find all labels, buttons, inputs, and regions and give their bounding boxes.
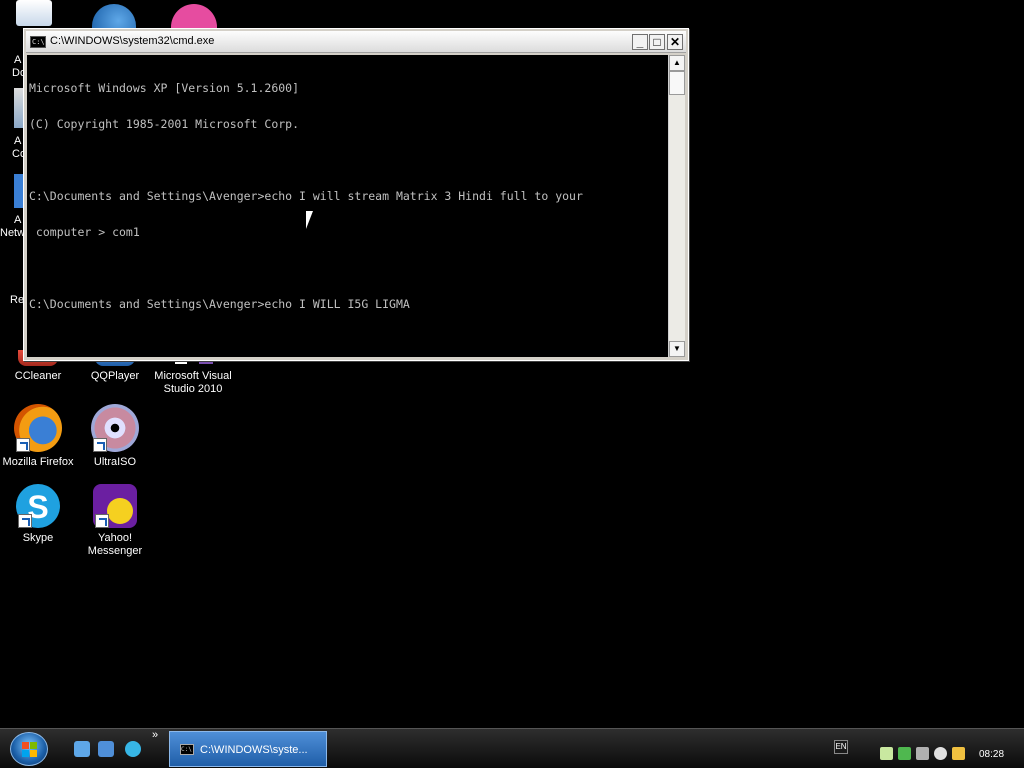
quicklaunch-browser-icon[interactable] <box>125 741 141 757</box>
cmd-icon[interactable]: C:\ <box>30 36 46 48</box>
cmd-window[interactable]: C:\ C:\WINDOWS\system32\cmd.exe _ □ ✕ Mi… <box>23 28 689 361</box>
desktop-icon-label: CCleaner <box>14 370 62 382</box>
scroll-up-arrow-icon[interactable]: ▲ <box>669 55 685 71</box>
minimize-button[interactable]: _ <box>632 34 648 50</box>
taskbar: » C:\ C:\WINDOWS\syste... EN 08:28 <box>0 728 1024 768</box>
maximize-button[interactable]: □ <box>649 34 665 50</box>
smiley-face-icon <box>107 498 133 524</box>
scrollbar-thumb[interactable] <box>669 71 685 95</box>
desktop-icon-yahoo-messenger[interactable]: Yahoo! Messenger <box>75 484 155 558</box>
cmd-icon: C:\ <box>180 744 194 755</box>
desktop-icon-label: UltraISO <box>93 456 137 468</box>
partial-label: A <box>14 214 22 226</box>
desktop-icon-firefox[interactable]: Mozilla Firefox <box>0 404 78 469</box>
yahoo-messenger-icon <box>93 484 137 528</box>
quicklaunch-chevron-icon[interactable]: » <box>152 729 158 741</box>
desktop-icon-label: Microsoft Visual Studio 2010 <box>154 370 232 395</box>
skype-icon: S <box>16 484 60 528</box>
start-button[interactable] <box>10 732 48 766</box>
console-line: Microsoft Windows XP [Version 5.1.2600] <box>29 81 300 95</box>
desktop-icon-skype[interactable]: S Skype <box>0 484 78 545</box>
quicklaunch-explorer-icon[interactable] <box>74 741 90 757</box>
ultraiso-disc-icon <box>91 404 139 452</box>
shortcut-arrow-icon <box>18 514 32 528</box>
scroll-down-arrow-icon[interactable]: ▼ <box>669 341 685 357</box>
tray-disc-icon[interactable] <box>934 747 947 760</box>
document-icon <box>16 0 52 26</box>
desktop-icon-label: Mozilla Firefox <box>2 456 74 468</box>
console-line: C:\Documents and Settings\Avenger>echo I… <box>29 297 410 311</box>
tray-wand-icon[interactable] <box>952 747 965 760</box>
window-titlebar[interactable]: C:\ C:\WINDOWS\system32\cmd.exe _ □ ✕ <box>26 31 686 53</box>
console-line: computer > com1 <box>29 225 140 239</box>
close-button[interactable]: ✕ <box>667 34 683 50</box>
windows-logo-icon <box>22 742 38 758</box>
tray-notes-icon[interactable] <box>880 747 893 760</box>
desktop-icon-label: Yahoo! Messenger <box>87 532 143 557</box>
partial-label: A <box>14 135 22 147</box>
partial-label: A <box>14 54 22 66</box>
language-indicator[interactable]: EN <box>834 740 848 754</box>
console-output[interactable]: Microsoft Windows XP [Version 5.1.2600] … <box>27 55 668 357</box>
tray-settings-icon[interactable] <box>916 747 929 760</box>
desktop-icon-ultraiso[interactable]: UltraISO <box>75 404 155 469</box>
vertical-scrollbar[interactable]: ▲ ▼ <box>668 55 685 357</box>
shortcut-arrow-icon <box>16 438 30 452</box>
desktop-icon-top-1[interactable] <box>0 0 78 26</box>
console-line: C:\Documents and Settings\Avenger>echo I… <box>29 189 583 203</box>
quicklaunch-app-icon[interactable] <box>98 741 114 757</box>
shortcut-arrow-icon <box>93 438 107 452</box>
desktop-icon-label: QQPlayer <box>90 370 140 382</box>
mouse-cursor-icon <box>306 211 320 229</box>
firefox-icon <box>14 404 62 452</box>
taskbar-button-cmd[interactable]: C:\ C:\WINDOWS\syste... <box>169 731 327 767</box>
partial-label: Re <box>10 294 25 306</box>
taskbar-button-label: C:\WINDOWS\syste... <box>200 744 308 756</box>
tray-sync-icon[interactable] <box>898 747 911 760</box>
desktop-icon-label: Skype <box>22 532 54 544</box>
console-line: (C) Copyright 1985-2001 Microsoft Corp. <box>29 117 300 131</box>
partial-label: Netw <box>0 227 26 239</box>
shortcut-arrow-icon <box>95 514 109 528</box>
window-title: C:\WINDOWS\system32\cmd.exe <box>50 35 215 47</box>
taskbar-clock[interactable]: 08:28 <box>979 749 1004 760</box>
